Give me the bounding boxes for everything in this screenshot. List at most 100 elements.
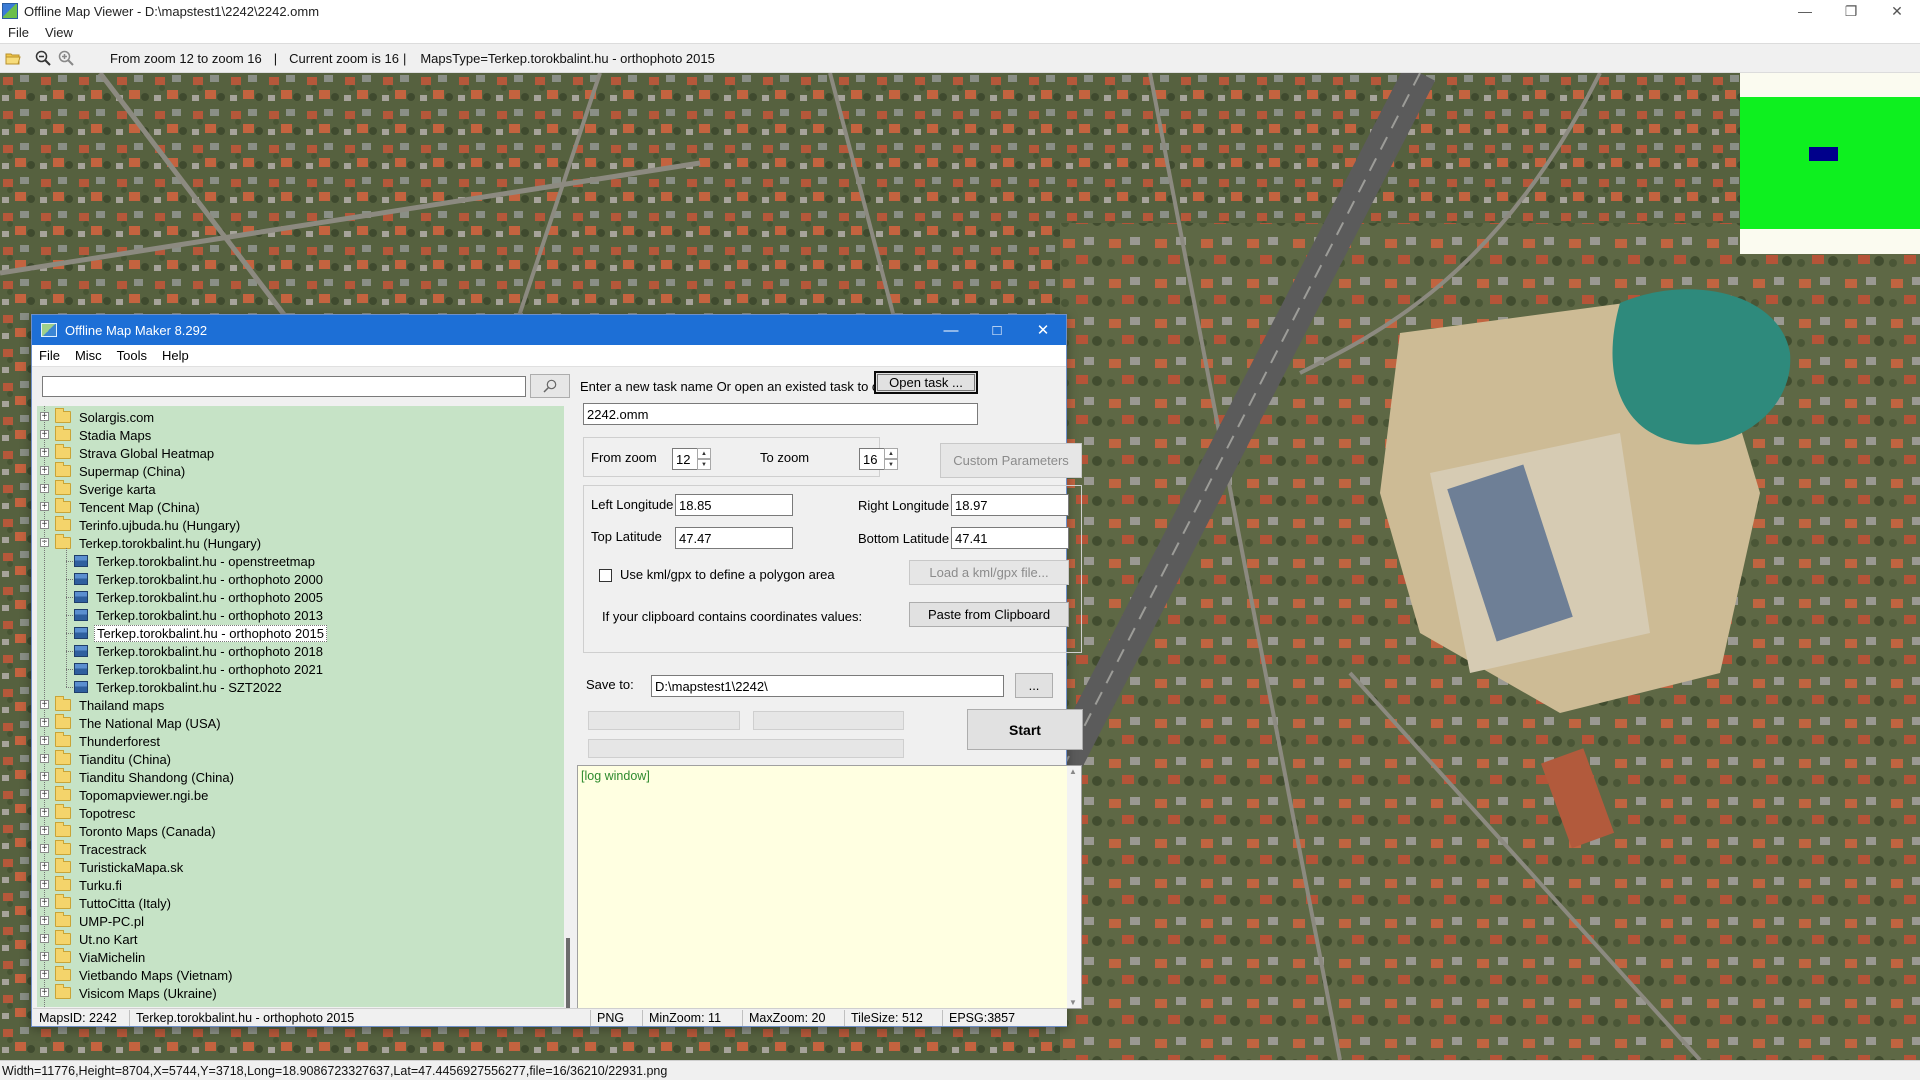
to-zoom-spinner[interactable]: ▲ ▼ [884, 448, 898, 470]
folder-icon [55, 822, 71, 837]
save-to-input[interactable]: D:\mapstest1\2242\ [651, 675, 1004, 697]
tree-folder-item[interactable]: + Strava Global Heatmap [40, 444, 216, 462]
dialog-app-icon [41, 323, 57, 337]
tree-item-label: Thunderforest [79, 733, 160, 749]
open-folder-icon[interactable] [3, 48, 23, 68]
from-zoom-spinner[interactable]: ▲ ▼ [697, 448, 711, 470]
tree-map-item[interactable]: Terkep.torokbalint.hu - orthophoto 2015 [74, 624, 327, 642]
folder-icon [55, 426, 71, 441]
tree-folder-item[interactable]: + Thailand maps [40, 696, 166, 714]
from-zoom-label: From zoom [591, 450, 657, 465]
tree-folder-item[interactable]: + Ut.no Kart [40, 930, 140, 948]
tree-map-item[interactable]: Terkep.torokbalint.hu - orthophoto 2000 [74, 570, 325, 588]
menu-view[interactable]: View [37, 25, 81, 40]
menu-file[interactable]: File [0, 25, 37, 40]
tree-map-item[interactable]: Terkep.torokbalint.hu - orthophoto 2018 [74, 642, 325, 660]
tree-map-item[interactable]: Terkep.torokbalint.hu - SZT2022 [74, 678, 284, 696]
tree-folder-item[interactable]: + Tencent Map (China) [40, 498, 202, 516]
tree-folder-item[interactable]: + Turku.fi [40, 876, 124, 894]
tree-folder-item[interactable]: + Stadia Maps [40, 426, 153, 444]
minimize-icon[interactable]: — [928, 315, 974, 345]
tree-folder-item[interactable]: + The National Map (USA) [40, 714, 223, 732]
dialog-titlebar[interactable]: Offline Map Maker 8.292 — □ ✕ [32, 315, 1066, 345]
minimap-viewport-marker[interactable] [1809, 147, 1838, 161]
task-pane: Enter a new task name Or open an existed… [575, 368, 1083, 1009]
close-icon[interactable]: ✕ [1020, 315, 1066, 345]
tree-folder-item[interactable]: + Solargis.com [40, 408, 156, 426]
minimize-icon[interactable]: — [1782, 0, 1828, 22]
paste-from-clipboard-button[interactable]: Paste from Clipboard [909, 602, 1069, 627]
scroll-up-icon[interactable]: ▲ [1069, 767, 1077, 776]
use-kml-checkbox[interactable] [599, 569, 612, 582]
tree-folder-item[interactable]: + TuristickaMapa.sk [40, 858, 185, 876]
menu-file[interactable]: File [32, 348, 68, 363]
tree-folder-item[interactable]: + UMP-PC.pl [40, 912, 146, 930]
tree-folder-item[interactable]: + ViaMichelin [40, 948, 147, 966]
tree-map-item[interactable]: Terkep.torokbalint.hu - orthophoto 2013 [74, 606, 325, 624]
tree-item-label: Terkep.torokbalint.hu - openstreetmap [96, 553, 315, 569]
tree-folder-item[interactable]: + TuttoCitta (Italy) [40, 894, 173, 912]
tree-map-item[interactable]: Terkep.torokbalint.hu - openstreetmap [74, 552, 317, 570]
right-longitude-input[interactable]: 18.97 [951, 494, 1069, 516]
tree-map-item[interactable]: Terkep.torokbalint.hu - orthophoto 2021 [74, 660, 325, 678]
tree-folder-item[interactable]: + Supermap (China) [40, 462, 187, 480]
to-zoom-label: To zoom [760, 450, 810, 465]
minimap[interactable] [1740, 73, 1920, 254]
folder-icon [55, 498, 71, 513]
map-layer-icon [74, 627, 88, 639]
tree-folder-item[interactable]: + Toronto Maps (Canada) [40, 822, 218, 840]
menu-misc[interactable]: Misc [68, 348, 110, 363]
tree-folder-item[interactable]: + Topotresc [40, 804, 137, 822]
tree-folder-item[interactable]: + Tianditu Shandong (China) [40, 768, 236, 786]
menu-help[interactable]: Help [155, 348, 197, 363]
tree-item-label: Toronto Maps (Canada) [79, 823, 216, 839]
log-scrollbar[interactable]: ▲ ▼ [1067, 766, 1081, 1008]
tree-folder-item[interactable]: + Visicom Maps (Ukraine) [40, 984, 219, 1002]
map-search-input[interactable] [42, 376, 526, 397]
map-layer-icon [74, 609, 88, 621]
map-tree[interactable]: + Solargis.com + Stadia Maps + Strava Global … [37, 406, 564, 1007]
left-longitude-input[interactable]: 18.85 [675, 494, 793, 516]
tree-folder-item[interactable]: + Topomapviewer.ngi.be [40, 786, 210, 804]
browse-button[interactable]: ... [1015, 673, 1053, 698]
tree-item-label: Supermap (China) [79, 463, 186, 479]
start-button[interactable]: Start [967, 709, 1083, 750]
tree-scrollbar-thumb[interactable] [566, 938, 570, 1008]
tree-map-item[interactable]: Terkep.torokbalint.hu - orthophoto 2005 [74, 588, 325, 606]
tree-folder-item[interactable]: + Tianditu (China) [40, 750, 173, 768]
tree-connector [66, 669, 73, 670]
menu-tools[interactable]: Tools [110, 348, 155, 363]
search-button[interactable] [530, 374, 570, 398]
top-latitude-input[interactable]: 47.47 [675, 527, 793, 549]
folder-icon [55, 534, 71, 549]
tree-item-label: Terkep.torokbalint.hu - orthophoto 2013 [96, 607, 323, 623]
task-name-input[interactable]: 2242.omm [583, 403, 978, 425]
map-layer-icon [74, 591, 88, 603]
close-icon[interactable]: ✕ [1874, 0, 1920, 22]
folder-icon [55, 408, 71, 423]
zoom-out-icon[interactable] [33, 48, 53, 68]
tree-folder-item[interactable]: + Terinfo.ujbuda.hu (Hungary) [40, 516, 242, 534]
folder-icon [55, 768, 71, 783]
tree-folder-item[interactable]: + Vietbando Maps (Vietnam) [40, 966, 234, 984]
tree-folder-item[interactable]: + Sverige karta [40, 480, 158, 498]
zoom-range-text: From zoom 12 to zoom 16 [110, 50, 262, 66]
tree-folder-item[interactable]: + Thunderforest [40, 732, 162, 750]
maximize-icon[interactable]: □ [974, 315, 1020, 345]
zoom-in-icon[interactable] [56, 48, 76, 68]
restore-icon[interactable]: ❐ [1828, 0, 1874, 22]
tree-folder-item[interactable]: + Tracestrack [40, 840, 148, 858]
tree-item-label: ViaMichelin [79, 949, 146, 965]
map-layer-icon [74, 645, 88, 657]
load-kml-button[interactable]: Load a kml/gpx file... [909, 560, 1069, 585]
custom-parameters-button[interactable]: Custom Parameters [940, 443, 1082, 478]
scroll-down-icon[interactable]: ▼ [1069, 998, 1077, 1007]
epsg-status: EPSG:3857 [949, 1010, 1016, 1025]
folder-icon [55, 750, 71, 765]
tree-folder-item[interactable]: − Terkep.torokbalint.hu (Hungary) [40, 534, 263, 552]
open-task-button[interactable]: Open task ... [874, 371, 978, 394]
log-window[interactable]: [log window] ▲ ▼ [577, 765, 1082, 1009]
tree-item-label: Stadia Maps [79, 427, 152, 443]
bottom-latitude-input[interactable]: 47.41 [951, 527, 1069, 549]
maps-type-text: MapsType=Terkep.torokbalint.hu - orthoph… [420, 50, 715, 66]
